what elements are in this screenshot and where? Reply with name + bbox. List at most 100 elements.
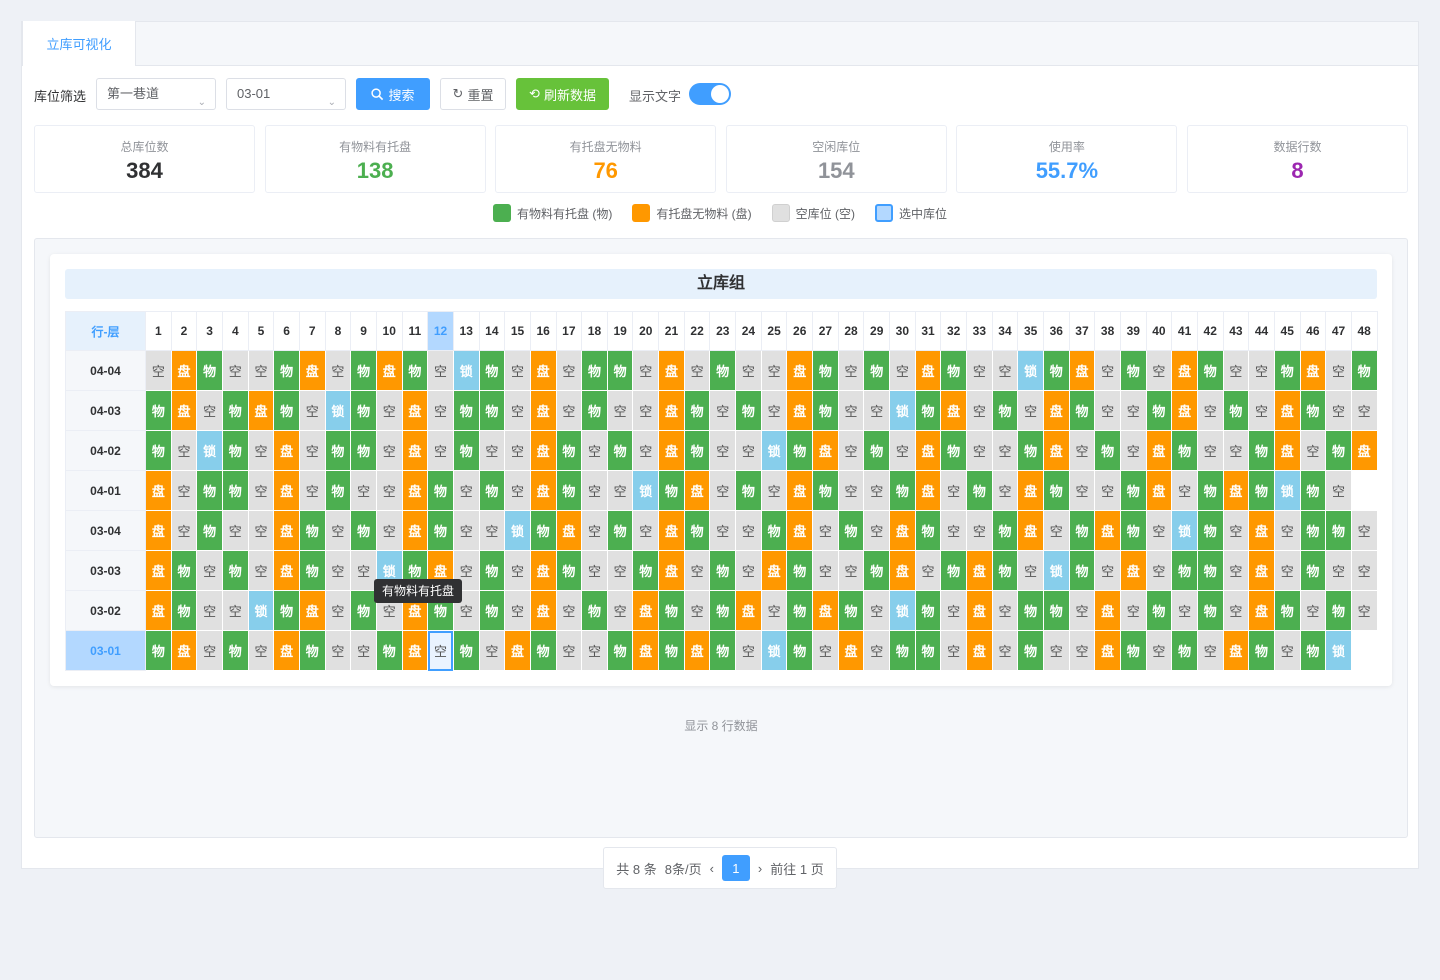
location-cell[interactable]: 物: [1196, 510, 1224, 551]
location-cell[interactable]: 空: [1350, 550, 1378, 591]
location-cell[interactable]: 空: [427, 430, 454, 471]
location-cell[interactable]: 空: [324, 590, 352, 631]
location-cell[interactable]: 物: [324, 430, 352, 471]
pager-goto[interactable]: 前往 1 页: [770, 859, 823, 878]
location-cell[interactable]: 空: [863, 630, 891, 671]
location-cell[interactable]: 物: [1145, 390, 1173, 431]
location-cell[interactable]: 物: [863, 550, 891, 591]
location-cell[interactable]: 物: [1196, 550, 1224, 591]
location-cell[interactable]: 物: [940, 550, 967, 591]
location-cell[interactable]: 物: [991, 550, 1019, 591]
location-cell[interactable]: 物: [298, 630, 326, 671]
location-cell[interactable]: 物: [350, 350, 377, 391]
location-cell[interactable]: 盘: [812, 430, 839, 471]
location-cell[interactable]: 物: [350, 390, 377, 431]
location-cell[interactable]: 空: [1248, 390, 1275, 431]
location-cell[interactable]: 空: [247, 630, 275, 671]
location-cell[interactable]: 锁: [760, 430, 788, 471]
location-cell[interactable]: 空: [709, 470, 737, 511]
location-cell[interactable]: 物: [1042, 590, 1070, 631]
location-cell[interactable]: 物: [966, 470, 993, 511]
location-cell[interactable]: 空: [735, 550, 762, 591]
location-cell[interactable]: 物: [837, 510, 865, 551]
reset-button[interactable]: ↻ 重置: [440, 78, 506, 110]
location-cell[interactable]: 空: [632, 430, 660, 471]
location-cell[interactable]: 物: [914, 630, 942, 671]
location-cell[interactable]: 盘: [1248, 550, 1275, 591]
location-cell[interactable]: 锁: [1042, 550, 1070, 591]
location-cell[interactable]: 空: [581, 510, 608, 551]
location-cell[interactable]: 物: [145, 630, 172, 671]
location-cell[interactable]: 物: [298, 510, 326, 551]
location-cell[interactable]: 盘: [273, 470, 300, 511]
location-cell[interactable]: 盘: [529, 390, 557, 431]
location-cell[interactable]: 空: [709, 390, 737, 431]
location-cell[interactable]: 空: [427, 630, 454, 671]
location-cell[interactable]: 盘: [247, 390, 275, 431]
location-cell[interactable]: 空: [1068, 630, 1096, 671]
location-cell[interactable]: 空: [504, 470, 531, 511]
location-cell[interactable]: 盘: [1017, 510, 1044, 551]
location-cell[interactable]: 空: [1145, 630, 1173, 671]
location-cell[interactable]: 空: [735, 630, 762, 671]
location-cell[interactable]: 空: [1094, 550, 1121, 591]
location-cell[interactable]: 物: [273, 390, 300, 431]
location-cell[interactable]: 空: [581, 550, 608, 591]
location-cell[interactable]: 物: [196, 510, 223, 551]
location-cell[interactable]: 空: [709, 510, 737, 551]
location-cell[interactable]: 空: [170, 430, 198, 471]
location-cell[interactable]: 锁: [1325, 630, 1352, 671]
location-cell[interactable]: 空: [1299, 430, 1327, 471]
location-cell[interactable]: 空: [452, 470, 480, 511]
location-cell[interactable]: 物: [606, 430, 634, 471]
location-cell[interactable]: 物: [452, 630, 480, 671]
location-cell[interactable]: 物: [1299, 550, 1327, 591]
location-cell[interactable]: 空: [298, 470, 326, 511]
location-cell[interactable]: 锁: [196, 430, 223, 471]
location-cell[interactable]: 盘: [273, 630, 300, 671]
location-cell[interactable]: 物: [786, 630, 814, 671]
location-cell[interactable]: 空: [196, 590, 223, 631]
location-cell[interactable]: 物: [709, 550, 737, 591]
location-cell[interactable]: 物: [145, 430, 172, 471]
location-cell[interactable]: 盘: [1350, 430, 1378, 471]
location-cell[interactable]: 盘: [401, 510, 429, 551]
location-cell[interactable]: 盘: [401, 430, 429, 471]
location-cell[interactable]: 物: [1042, 350, 1070, 391]
location-cell[interactable]: 空: [350, 630, 377, 671]
location-cell[interactable]: 物: [889, 630, 916, 671]
location-cell[interactable]: 空: [914, 550, 942, 591]
location-cell[interactable]: 盘: [1017, 470, 1044, 511]
location-cell[interactable]: 空: [683, 590, 711, 631]
location-cell[interactable]: 盘: [1094, 630, 1121, 671]
location-cell[interactable]: 空: [247, 510, 275, 551]
location-cell[interactable]: 物: [221, 470, 249, 511]
location-cell[interactable]: 物: [478, 470, 506, 511]
location-cell[interactable]: 盘: [812, 590, 839, 631]
location-cell[interactable]: 盘: [529, 430, 557, 471]
location-cell[interactable]: 盘: [1068, 350, 1096, 391]
location-cell[interactable]: 锁: [504, 510, 531, 551]
location-cell[interactable]: 空: [324, 350, 352, 391]
location-cell[interactable]: 空: [1196, 430, 1224, 471]
location-cell[interactable]: 空: [375, 430, 403, 471]
location-cell[interactable]: 空: [1119, 390, 1147, 431]
location-cell[interactable]: 盘: [273, 550, 300, 591]
location-cell[interactable]: 空: [504, 550, 531, 591]
location-cell[interactable]: 空: [1350, 590, 1378, 631]
location-cell[interactable]: 空: [812, 550, 839, 591]
location-cell[interactable]: 空: [1273, 630, 1301, 671]
location-cell[interactable]: 盘: [683, 470, 711, 511]
location-cell[interactable]: 物: [1119, 510, 1147, 551]
location-cell[interactable]: 空: [1017, 390, 1044, 431]
location-cell[interactable]: 盘: [1094, 590, 1121, 631]
location-cell[interactable]: 盘: [786, 470, 814, 511]
location-cell[interactable]: 盘: [889, 550, 916, 591]
location-cell[interactable]: 盘: [1119, 550, 1147, 591]
location-cell[interactable]: 物: [170, 550, 198, 591]
location-cell[interactable]: 物: [683, 510, 711, 551]
location-cell[interactable]: 空: [991, 590, 1019, 631]
location-cell[interactable]: 盘: [1273, 390, 1301, 431]
location-cell[interactable]: 物: [1248, 630, 1275, 671]
location-cell[interactable]: 物: [555, 550, 583, 591]
